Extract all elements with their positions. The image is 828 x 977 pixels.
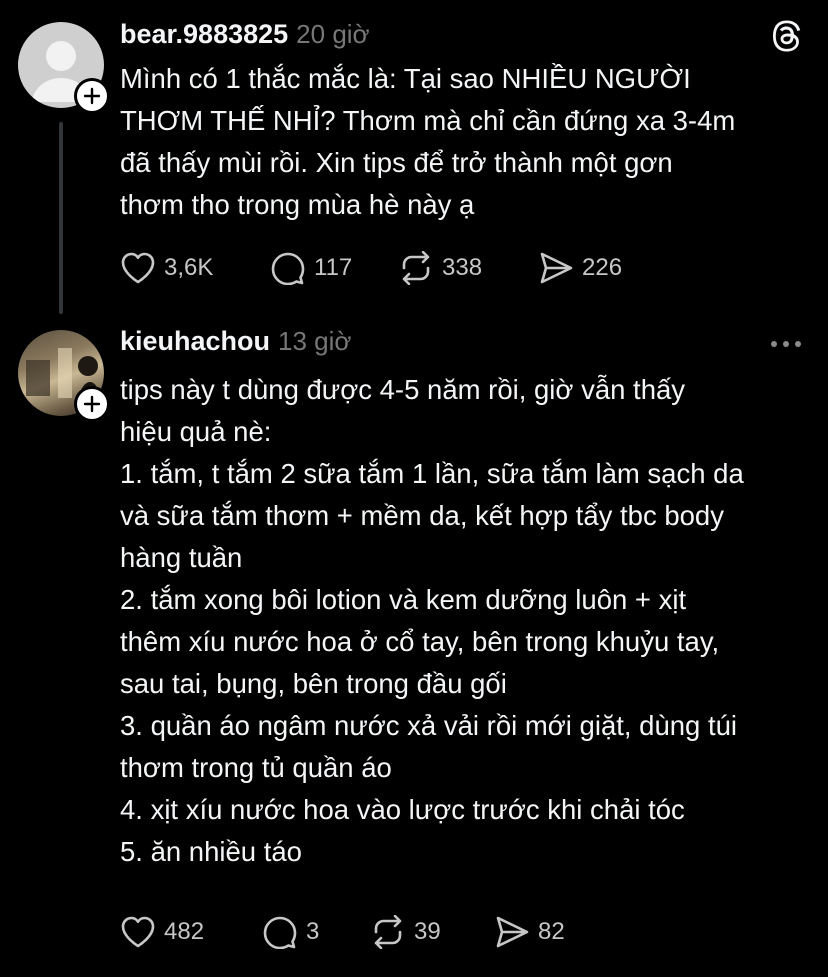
post-text-line: sau tai, bụng, bên trong đầu gối: [120, 668, 507, 699]
comment-icon: [271, 252, 305, 285]
send-icon: [496, 916, 529, 948]
send-icon: [540, 252, 573, 284]
author-avatar[interactable]: [18, 330, 110, 422]
like-button[interactable]: 482: [120, 915, 262, 949]
post-text-line: 1. tắm, t tắm 2 sữa tắm 1 lần, sữa tắm l…: [120, 458, 744, 489]
thread-connector-line: [59, 122, 63, 314]
follow-button[interactable]: [74, 78, 110, 114]
post-body: tips này t dùng được 4-5 năm rồi, giờ vẫ…: [120, 369, 810, 873]
post-text-line: Mình có 1 thắc mắc là: Tại sao NHIỀU NGƯ…: [120, 63, 691, 94]
repost-button[interactable]: 338: [398, 251, 538, 285]
repost-count: 39: [414, 918, 441, 945]
comment-button[interactable]: 117: [270, 251, 398, 285]
post-text-line: tips này t dùng được 4-5 năm rồi, giờ vẫ…: [120, 374, 686, 405]
username[interactable]: bear.9883825: [120, 19, 288, 50]
threads-logo-icon[interactable]: [772, 20, 804, 52]
comment-button[interactable]: 3: [262, 915, 370, 949]
post-text-line: 4. xịt xíu nước hoa vào lược trước khi c…: [120, 794, 685, 825]
post-actions: 3,6K 117 338 226: [120, 250, 658, 286]
follow-button[interactable]: [74, 386, 110, 422]
post-text-line: THƠM THẾ NHỈ? Thơm mà chỉ cần đứng xa 3-…: [120, 105, 736, 136]
comment-count: 3: [306, 918, 320, 945]
repost-icon: [402, 251, 430, 285]
post-text-line: 5. ăn nhiều táo: [120, 836, 302, 867]
post-header: bear.9883825 20 giờ: [120, 19, 370, 51]
more-options-icon[interactable]: [768, 336, 804, 352]
post-text-line: đã thấy mùi rồi. Xin tips để trở thành m…: [120, 147, 673, 178]
post-time: 13 giờ: [278, 326, 352, 356]
post-text-line: thơm tho trong mùa hè này ạ: [120, 189, 475, 220]
repost-button[interactable]: 39: [370, 915, 494, 949]
post-text-line: thêm xíu nước hoa ở cổ tay, bên trong kh…: [120, 626, 720, 657]
post-text-line: 2. tắm xong bôi lotion và kem dưỡng luôn…: [120, 584, 687, 615]
like-button[interactable]: 3,6K: [120, 251, 270, 285]
plus-icon: [83, 87, 101, 105]
post-header: kieuhachou 13 giờ: [120, 326, 351, 358]
post-text-line: 3. quần áo ngâm nước xả vải rồi mới giặt…: [120, 710, 738, 741]
heart-icon: [121, 252, 155, 284]
post-text-line: hàng tuần: [120, 542, 243, 573]
repost-count: 338: [442, 254, 483, 281]
heart-icon: [121, 916, 155, 948]
like-count: 3,6K: [164, 254, 214, 281]
share-count: 82: [538, 918, 565, 945]
like-count: 482: [164, 918, 205, 945]
post-text-line: thơm trong tủ quần áo: [120, 752, 392, 783]
share-button[interactable]: 226: [538, 251, 658, 285]
post-body: Mình có 1 thắc mắc là: Tại sao NHIỀU NGƯ…: [120, 58, 810, 226]
share-count: 226: [582, 254, 623, 281]
post-text-line: hiệu quả nè:: [120, 416, 272, 447]
plus-icon: [83, 395, 101, 413]
post-actions: 482 3 39 82: [120, 914, 604, 950]
post-text-line: và sữa tắm thơm + mềm da, kết hợp tẩy tb…: [120, 500, 724, 531]
author-avatar[interactable]: [18, 22, 110, 114]
comment-icon: [263, 916, 297, 949]
username[interactable]: kieuhachou: [120, 326, 270, 357]
share-button[interactable]: 82: [494, 915, 604, 949]
comment-count: 117: [314, 254, 353, 281]
repost-icon: [374, 915, 402, 949]
post-time: 20 giờ: [296, 19, 370, 49]
